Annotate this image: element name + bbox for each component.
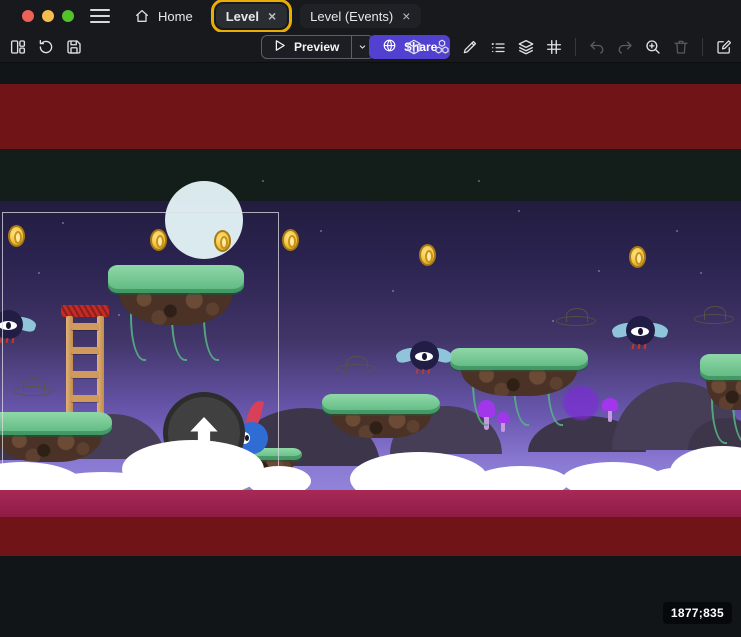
- grid-icon[interactable]: [542, 35, 566, 59]
- platform-grass: [700, 354, 741, 380]
- object-groups-icon[interactable]: [430, 35, 454, 59]
- coin-object[interactable]: [419, 244, 436, 266]
- fly-claw: [428, 369, 431, 374]
- star-decoration: [598, 270, 600, 272]
- fly-claw: [638, 344, 641, 349]
- main-menu-icon[interactable]: [90, 9, 110, 23]
- background-magenta-band-bottom: [0, 490, 741, 517]
- toolbar-right-group: [402, 35, 736, 59]
- undo-icon[interactable]: [585, 35, 609, 59]
- objects-panel-icon[interactable]: [402, 35, 426, 59]
- minimize-window-button[interactable]: [42, 10, 54, 22]
- history-icon[interactable]: [34, 35, 58, 59]
- star-decoration: [700, 272, 702, 274]
- star-decoration: [676, 230, 678, 232]
- zoom-in-icon[interactable]: [641, 35, 665, 59]
- fly-enemy[interactable]: [400, 338, 448, 378]
- toolbar-separator: [702, 38, 703, 56]
- toolbar-separator: [575, 38, 576, 56]
- platform-object[interactable]: [450, 348, 588, 396]
- preview-label: Preview: [294, 40, 339, 54]
- star-decoration: [478, 180, 480, 182]
- maximize-window-button[interactable]: [62, 10, 74, 22]
- platform-grass: [322, 394, 440, 414]
- star-decoration: [552, 320, 554, 322]
- mushroom-decoration: [497, 412, 509, 432]
- tab-home[interactable]: Home: [124, 4, 203, 28]
- home-icon: [134, 8, 150, 24]
- edit-pencil-icon[interactable]: [458, 35, 482, 59]
- layers-icon[interactable]: [514, 35, 538, 59]
- gdevelop-window: Home Level × Level (Events) ×: [0, 0, 741, 637]
- fly-claw: [632, 344, 635, 349]
- window-controls: [22, 10, 74, 22]
- mushroom-decoration: [602, 398, 618, 422]
- star-decoration: [320, 230, 322, 232]
- tab-label: Home: [158, 9, 193, 24]
- tab-level-events[interactable]: Level (Events) ×: [300, 4, 421, 28]
- edit-scene-properties-icon[interactable]: [712, 35, 736, 59]
- star-decoration: [392, 290, 394, 292]
- tab-label: Level (Events): [310, 9, 393, 24]
- coin-slot: [635, 252, 643, 265]
- star-decoration: [262, 180, 264, 182]
- redo-icon[interactable]: [613, 35, 637, 59]
- play-icon: [272, 38, 287, 56]
- scene-canvas[interactable]: 1877;835: [0, 62, 741, 637]
- ufo-outline-decoration: [336, 358, 376, 374]
- toolbar: Preview Share: [0, 32, 741, 63]
- fly-pupil: [638, 328, 643, 335]
- panels-layout-icon[interactable]: [6, 35, 30, 59]
- ufo-outline-decoration: [556, 310, 596, 326]
- cursor-coordinates-badge: 1877;835: [663, 602, 732, 624]
- instances-list-icon[interactable]: [486, 35, 510, 59]
- coin-slot: [288, 235, 296, 248]
- tab-bar: Home Level × Level (Events) ×: [124, 4, 421, 28]
- tab-label: Level: [226, 9, 259, 24]
- close-window-button[interactable]: [22, 10, 34, 22]
- preview-button-group: Preview: [261, 35, 374, 59]
- coin-slot: [425, 250, 433, 263]
- platform-object[interactable]: [700, 354, 741, 410]
- ufo-body: [336, 364, 376, 374]
- fly-claw: [416, 369, 419, 374]
- fly-claw: [422, 369, 425, 374]
- mushroom-cap: [602, 398, 618, 411]
- platform-grass: [450, 348, 588, 370]
- fly-enemy[interactable]: [616, 313, 664, 353]
- coin-object[interactable]: [629, 246, 646, 268]
- platform-object[interactable]: [322, 394, 440, 438]
- mushroom-cap: [497, 412, 509, 423]
- background-red-band-bottom: [0, 517, 741, 556]
- close-tab-icon[interactable]: ×: [401, 9, 411, 23]
- ufo-body: [556, 316, 596, 326]
- coin-object[interactable]: [282, 229, 299, 251]
- ufo-outline-decoration: [694, 308, 734, 324]
- close-tab-icon[interactable]: ×: [267, 9, 277, 23]
- save-icon[interactable]: [62, 35, 86, 59]
- globe-icon: [382, 38, 397, 56]
- fly-pupil: [422, 353, 427, 360]
- fly-claw: [644, 344, 647, 349]
- ufo-body: [694, 314, 734, 324]
- preview-button[interactable]: Preview: [262, 36, 351, 58]
- titlebar: Home Level × Level (Events) ×: [0, 0, 741, 32]
- star-decoration: [518, 210, 520, 212]
- delete-trash-icon[interactable]: [669, 35, 693, 59]
- tab-level[interactable]: Level ×: [216, 4, 287, 28]
- toolbar-left-group: [6, 35, 86, 59]
